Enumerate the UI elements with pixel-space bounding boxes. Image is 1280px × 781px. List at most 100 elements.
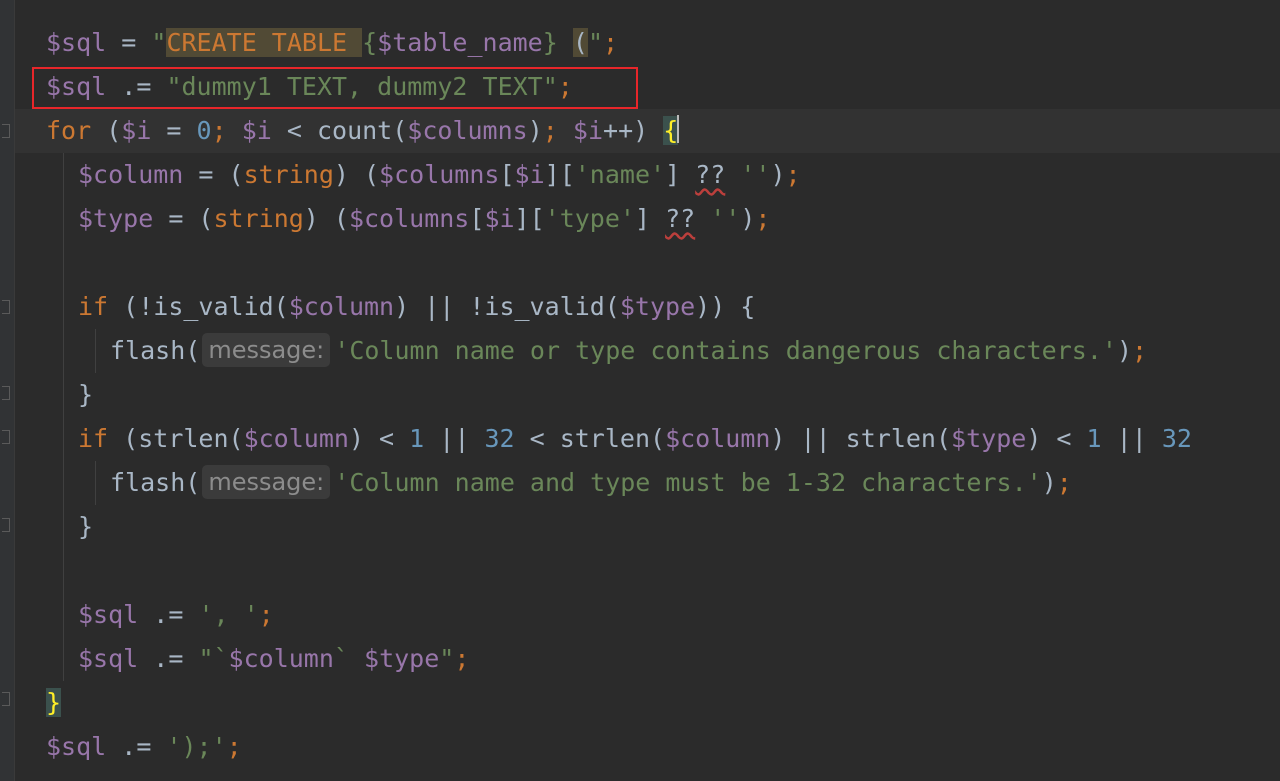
parameter-hint: message:	[202, 333, 331, 367]
token-semicolon: ;	[557, 72, 573, 101]
code-line-14[interactable]: $sql .= ', ';	[78, 593, 274, 637]
token-bracket: ][	[544, 160, 575, 189]
token-variable: $i	[241, 116, 272, 145]
token-semicolon: ;	[1056, 468, 1072, 497]
token-null-coalesce-warning[interactable]: ??	[665, 204, 695, 233]
token-variable: $columns	[348, 204, 470, 233]
token-string: "`	[198, 644, 229, 673]
token-semicolon: ;	[258, 600, 274, 629]
token-string: 'type'	[544, 204, 635, 233]
code-line-11[interactable]: flash(message: 'Column name and type must…	[110, 461, 1072, 505]
token-semicolon: ;	[1132, 336, 1148, 365]
token-semicolon: ;	[226, 732, 242, 761]
token-paren: ) (	[333, 160, 380, 189]
code-line-7[interactable]: if (!is_valid($column) || !is_valid($typ…	[78, 285, 755, 329]
token-operator: = (	[183, 160, 244, 189]
token-paren: )	[770, 160, 786, 189]
token-operator: ) <	[348, 424, 410, 453]
code-line-1[interactable]: $sql = "CREATE TABLE {$table_name} (";	[46, 21, 618, 65]
fold-marker-icon[interactable]	[2, 124, 10, 138]
token-string: `	[333, 644, 365, 673]
indent-guide	[63, 153, 64, 681]
token-paren: (	[91, 116, 122, 145]
token-brace: }	[542, 28, 558, 57]
token-string: 'Column name or type contains dangerous …	[334, 336, 1117, 365]
token-semicolon: ;	[755, 204, 771, 233]
token-operator: ||	[424, 424, 485, 453]
token-number: 32	[1161, 424, 1192, 453]
code-line-10[interactable]: if (strlen($column) < 1 || 32 < strlen($…	[78, 417, 1192, 461]
token-paren: (	[572, 28, 588, 57]
token-brace-matched: {	[663, 116, 679, 145]
token-variable: $i	[484, 204, 515, 233]
token-variable: $i	[121, 116, 152, 145]
token-variable: $sql	[46, 28, 107, 57]
token-operator: = (	[153, 204, 214, 233]
token-keyword-if: if	[78, 292, 109, 321]
code-line-16[interactable]: }	[46, 681, 62, 725]
fold-gutter	[0, 0, 15, 781]
token-bracket: ]	[665, 160, 696, 189]
token-variable: $type	[364, 644, 440, 673]
token-variable: $sql	[46, 732, 107, 761]
code-editor[interactable]: $sql = "CREATE TABLE {$table_name} ("; $…	[0, 0, 1280, 781]
token-string: ', '	[198, 600, 259, 629]
code-line-9[interactable]: }	[78, 373, 93, 417]
code-line-3[interactable]: for ($i = 0; $i < count($columns); $i++)…	[46, 109, 680, 153]
code-line-2[interactable]: $sql .= "dummy1 TEXT, dummy2 TEXT";	[46, 65, 573, 109]
token-brace: {	[362, 28, 378, 57]
token-variable: $i	[514, 160, 545, 189]
token-variable: $type	[951, 424, 1027, 453]
fold-marker-icon[interactable]	[2, 692, 10, 706]
fold-marker-icon[interactable]	[2, 386, 10, 400]
token-operator: .=	[138, 644, 199, 673]
token-operator: ) <	[1026, 424, 1087, 453]
token-string: ''	[740, 160, 771, 189]
token-function-call: (!is_valid(	[108, 292, 289, 321]
indent-guide	[95, 461, 96, 505]
token-bracket: [	[469, 204, 485, 233]
token-function-call: flash(	[110, 468, 201, 497]
code-line-4[interactable]: $column = (string) ($columns[$i]['name']…	[78, 153, 801, 197]
token-variable: $column	[665, 424, 771, 453]
token-semicolon: ;	[542, 116, 558, 145]
token-operator: .=	[106, 72, 167, 101]
token-variable: $sql	[78, 600, 139, 629]
code-line-5[interactable]: $type = (string) ($columns[$i]['type'] ?…	[78, 197, 770, 241]
token-paren: )	[1041, 468, 1057, 497]
token-operator: =	[151, 116, 197, 145]
parameter-hint: message:	[202, 465, 331, 499]
code-line-12[interactable]: }	[78, 505, 93, 549]
token-null-coalesce-warning[interactable]: ??	[695, 160, 725, 189]
token-variable: $column	[288, 292, 395, 321]
token-paren: )	[527, 116, 543, 145]
token-function-call: < count(	[271, 116, 408, 145]
token-semicolon: ;	[211, 116, 227, 145]
token-brace: }	[78, 512, 94, 541]
token-string: "dummy1 TEXT, dummy2 TEXT"	[166, 72, 558, 101]
token-string: "	[587, 28, 603, 57]
token-cast: string	[243, 160, 334, 189]
fold-marker-icon[interactable]	[2, 300, 10, 314]
token-string: 'Column name and type must be 1-32 chara…	[334, 468, 1042, 497]
fold-marker-icon[interactable]	[2, 518, 10, 532]
code-line-17[interactable]: $sql .= ');';	[46, 725, 242, 769]
token-operator: .=	[138, 600, 199, 629]
token-string: "	[151, 28, 167, 57]
token-variable: $i	[572, 116, 604, 145]
code-line-15[interactable]: $sql .= "`$column` $type";	[78, 637, 469, 681]
token-number: 0	[196, 116, 212, 145]
token-variable: $table_name	[377, 28, 543, 57]
token-number: 32	[484, 424, 515, 453]
code-line-8[interactable]: flash(message: 'Column name or type conta…	[110, 329, 1147, 373]
fold-marker-icon[interactable]	[2, 430, 10, 444]
token-operator: ++)	[603, 116, 664, 145]
token-keyword-for: for	[46, 116, 92, 145]
token-semicolon: ;	[785, 160, 801, 189]
token-bracket: ]	[634, 204, 666, 233]
token-paren: ) (	[303, 204, 349, 233]
token-paren: )	[740, 204, 756, 233]
token-variable: $sql	[46, 72, 107, 101]
